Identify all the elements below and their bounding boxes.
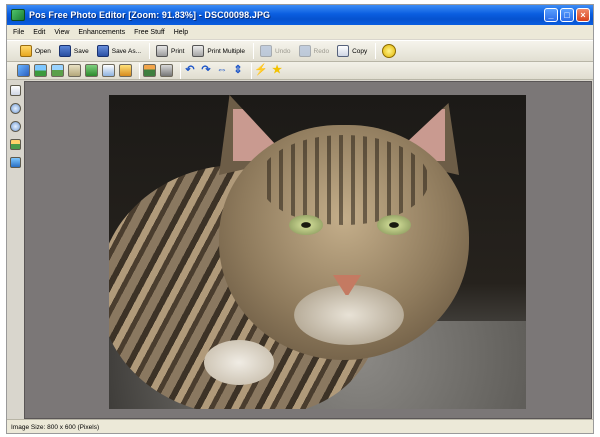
copy-button[interactable]: Copy [334,42,370,60]
monitor-icon[interactable] [10,157,21,168]
print-label: Print [171,47,185,55]
minimize-button[interactable]: _ [544,8,558,22]
open-label: Open [35,47,51,55]
rotate-right-icon[interactable]: ↷ [200,64,212,77]
print-multiple-button[interactable]: Print Multiple [189,42,248,60]
open-button[interactable]: Open [17,42,54,60]
app-icon [11,9,25,21]
lightning-icon[interactable]: ⚡ [254,64,268,77]
landscape-alt-icon[interactable] [143,64,156,77]
maximize-button[interactable]: □ [560,8,574,22]
title-bar[interactable]: Pos Free Photo Editor [Zoom: 91.83%] - D… [7,5,593,25]
menu-view[interactable]: View [54,29,69,36]
zoom-in-icon[interactable] [10,103,21,114]
toolbar-separator [375,43,377,59]
window-title: Pos Free Photo Editor [Zoom: 91.83%] - D… [29,10,271,20]
photo-cat-eye-right [377,215,411,235]
menu-edit[interactable]: Edit [33,29,45,36]
toolbar-separator [139,62,140,79]
help-bulb-icon [382,44,397,58]
undo-arrow-icon [259,45,272,57]
menu-help[interactable]: Help [174,29,188,36]
folder-icon [20,45,32,57]
landscape-icon[interactable] [34,64,47,77]
enhance-icon[interactable] [85,64,98,77]
printer-multiple-icon [192,45,205,57]
toolbar-separator [252,43,254,59]
star-icon[interactable]: ★ [271,64,283,77]
menu-file[interactable]: File [13,29,24,36]
menu-bar: File Edit View Enhancements Free Stuff H… [7,25,593,39]
left-toolbar [8,82,23,182]
flip-horizontal-icon[interactable]: ⇔ [216,64,228,77]
app-window: Pos Free Photo Editor [Zoom: 91.83%] - D… [6,4,594,434]
redo-label: Redo [313,47,330,55]
toolbar-separator [180,62,181,79]
save-as-label: Save As... [111,47,142,55]
photo-cat-paw [204,340,274,385]
zoom-out-icon[interactable] [10,121,21,132]
picture-icon[interactable] [102,64,115,77]
photo-cat-stripes [259,135,429,225]
print-multiple-label: Print Multiple [207,47,245,55]
redo-button[interactable]: Redo [296,42,333,60]
toolbar-separator [251,62,252,79]
floppy-disk-icon [58,45,71,57]
save-button[interactable]: Save [56,42,92,60]
image-canvas[interactable] [24,81,592,419]
picture-icon[interactable] [10,139,21,150]
image-icon[interactable] [160,64,173,77]
floppy-disk-pen-icon [96,45,109,57]
photo-icon[interactable] [51,64,64,77]
undo-label: Undo [274,47,291,55]
status-bar: Image Size: 800 x 600 (Pixels) [7,419,593,433]
close-button[interactable]: × [576,8,590,22]
main-toolbar: Open Save Save As... Print Print Multipl… [7,40,593,62]
cat-photo[interactable] [109,95,526,409]
rotate-left-icon[interactable]: ↶ [184,64,196,77]
adjust-icon[interactable] [17,64,30,77]
print-button[interactable]: Print [153,42,187,60]
undo-button[interactable]: Undo [257,42,294,60]
color-icon[interactable] [119,64,132,77]
copy-label: Copy [352,47,368,55]
image-size-status: Image Size: 800 x 600 (Pixels) [11,424,100,431]
effects-toolbar: ↶ ↷ ⇔ ⇕ ⚡ ★ [7,62,593,80]
photo-cat-eye-left [289,215,323,235]
frame-icon[interactable] [68,64,81,77]
menu-free-stuff[interactable]: Free Stuff [134,29,165,36]
toolbar-separator [149,43,151,59]
flip-vertical-icon[interactable]: ⇕ [232,64,244,77]
menu-enhancements[interactable]: Enhancements [78,29,125,36]
redo-arrow-icon [298,45,311,57]
save-as-button[interactable]: Save As... [94,42,144,60]
page-icon[interactable] [10,85,21,96]
copy-icon [337,45,350,57]
window-controls: _ □ × [544,8,590,22]
save-label: Save [73,47,89,55]
printer-icon [156,45,169,57]
help-button[interactable] [379,42,402,60]
